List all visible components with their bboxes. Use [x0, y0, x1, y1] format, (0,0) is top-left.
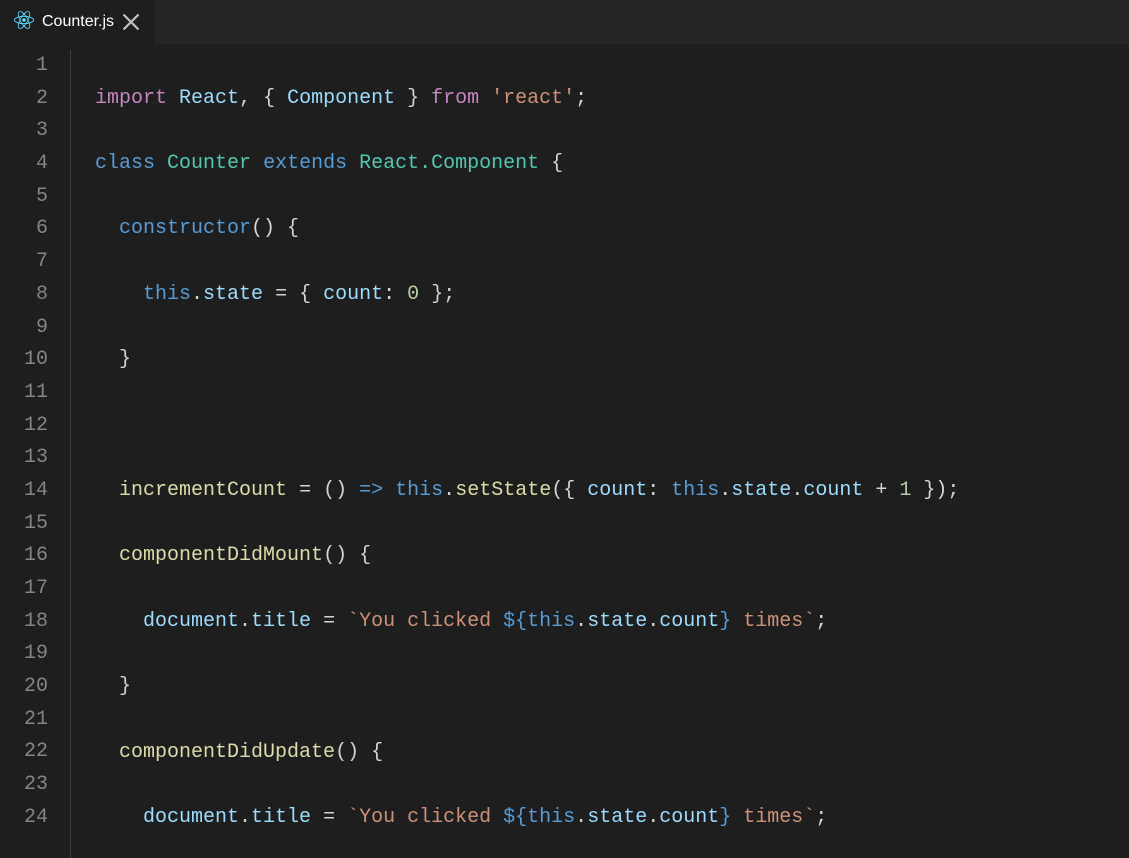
line-number: 9 [0, 312, 48, 345]
line-number: 6 [0, 213, 48, 246]
line-number: 24 [0, 802, 48, 835]
line-number: 4 [0, 148, 48, 181]
code-content[interactable]: import React, { Component } from 'react'… [70, 50, 1129, 858]
line-number: 19 [0, 638, 48, 671]
code-line[interactable] [71, 410, 1129, 443]
line-number: 3 [0, 115, 48, 148]
close-icon[interactable] [122, 13, 140, 31]
line-number: 12 [0, 410, 48, 443]
line-number: 22 [0, 736, 48, 769]
line-number: 20 [0, 671, 48, 704]
line-number: 10 [0, 344, 48, 377]
react-icon [14, 10, 34, 35]
line-number: 13 [0, 442, 48, 475]
code-line[interactable]: constructor() { [71, 213, 1129, 246]
line-number: 15 [0, 508, 48, 541]
line-number: 17 [0, 573, 48, 606]
line-number: 14 [0, 475, 48, 508]
tab-filename: Counter.js [42, 13, 114, 31]
code-line[interactable]: } [71, 671, 1129, 704]
line-number: 11 [0, 377, 48, 410]
line-number: 18 [0, 606, 48, 639]
code-line[interactable]: incrementCount = () => this.setState({ c… [71, 475, 1129, 508]
line-number: 7 [0, 246, 48, 279]
code-editor[interactable]: 1 2 3 4 5 6 7 8 9 10 11 12 13 14 15 16 1… [0, 44, 1129, 858]
code-line[interactable]: class Counter extends React.Component { [71, 148, 1129, 181]
code-line[interactable]: document.title = `You clicked ${this.sta… [71, 802, 1129, 835]
code-line[interactable]: import React, { Component } from 'react'… [71, 83, 1129, 116]
line-number: 8 [0, 279, 48, 312]
line-number: 16 [0, 540, 48, 573]
code-line[interactable]: componentDidUpdate() { [71, 737, 1129, 770]
code-line[interactable]: document.title = `You clicked ${this.sta… [71, 606, 1129, 639]
line-number: 1 [0, 50, 48, 83]
line-number: 21 [0, 704, 48, 737]
code-line[interactable]: } [71, 344, 1129, 377]
tab-bar: Counter.js [0, 0, 1129, 44]
line-number-gutter: 1 2 3 4 5 6 7 8 9 10 11 12 13 14 15 16 1… [0, 50, 70, 858]
code-line[interactable]: this.state = { count: 0 }; [71, 279, 1129, 312]
tab-counter-js[interactable]: Counter.js [0, 0, 155, 44]
code-line[interactable]: componentDidMount() { [71, 540, 1129, 573]
line-number: 23 [0, 769, 48, 802]
line-number: 5 [0, 181, 48, 214]
line-number: 2 [0, 83, 48, 116]
